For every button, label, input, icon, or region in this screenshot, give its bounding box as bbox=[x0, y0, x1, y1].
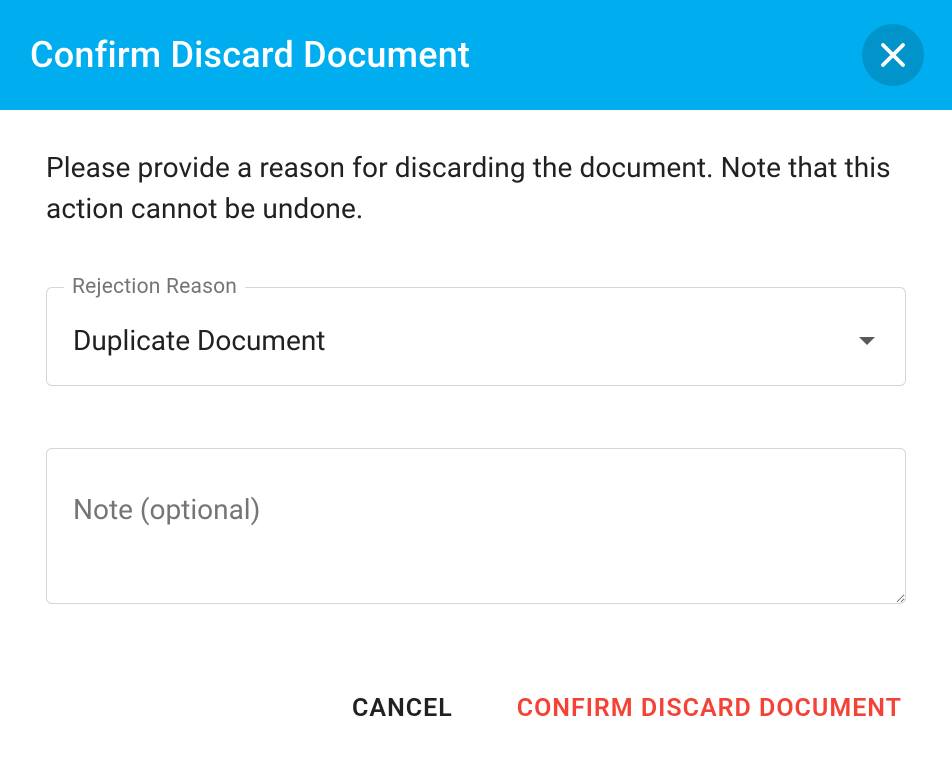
dialog-body: Please provide a reason for discarding t… bbox=[0, 110, 952, 608]
cancel-button[interactable]: CANCEL bbox=[348, 686, 457, 731]
close-button[interactable] bbox=[862, 24, 924, 86]
chevron-down-icon bbox=[859, 337, 875, 345]
note-textarea[interactable] bbox=[46, 448, 906, 604]
note-field bbox=[46, 448, 906, 608]
rejection-reason-field: Rejection Reason Duplicate Document bbox=[46, 287, 906, 386]
confirm-discard-dialog: Confirm Discard Document Please provide … bbox=[0, 0, 952, 761]
close-icon bbox=[878, 40, 908, 70]
dialog-title: Confirm Discard Document bbox=[30, 34, 470, 76]
dialog-description: Please provide a reason for discarding t… bbox=[46, 148, 906, 229]
dialog-actions: CANCEL CONFIRM DISCARD DOCUMENT bbox=[0, 686, 952, 761]
rejection-reason-select[interactable]: Duplicate Document bbox=[46, 287, 906, 386]
rejection-reason-label: Rejection Reason bbox=[64, 275, 245, 299]
confirm-discard-button[interactable]: CONFIRM DISCARD DOCUMENT bbox=[513, 686, 906, 731]
rejection-reason-value: Duplicate Document bbox=[73, 324, 325, 357]
dialog-header: Confirm Discard Document bbox=[0, 0, 952, 110]
